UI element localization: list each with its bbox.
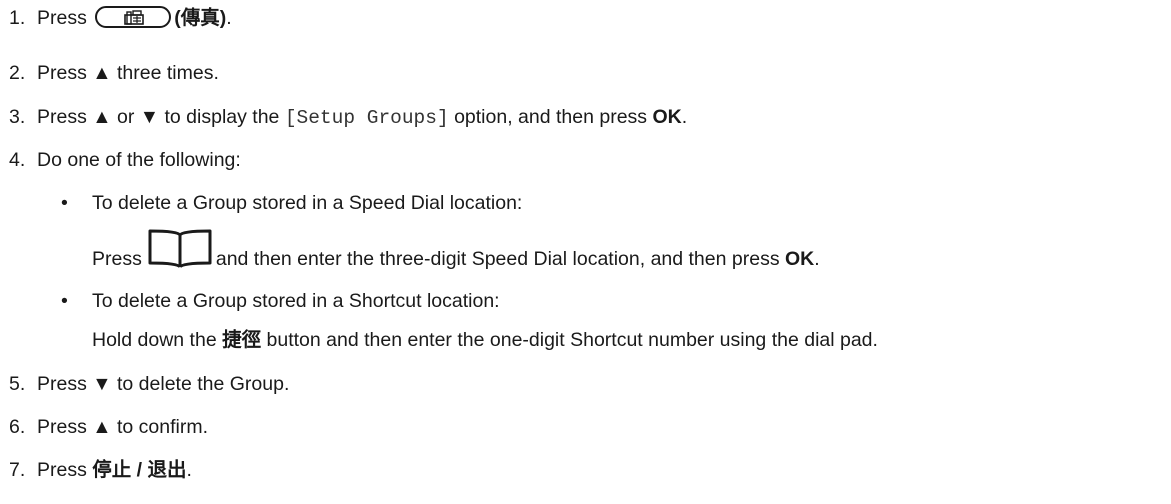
- menu-option-code: [Setup Groups]: [284, 107, 449, 129]
- down-arrow-icon: ▼: [92, 373, 112, 395]
- step-number: 5.: [9, 373, 26, 395]
- instructions: 1. Press (傳真). 2. Press ▲ three times. 3…: [9, 5, 878, 481]
- step-number: 2.: [9, 62, 26, 84]
- step-number: 1.: [9, 7, 26, 29]
- ok-key-label: OK: [785, 248, 815, 271]
- step-number: 4.: [9, 149, 26, 171]
- address-book-icon: [148, 229, 212, 275]
- up-arrow-icon: ▲: [92, 416, 112, 438]
- down-arrow-icon: ▼: [139, 106, 160, 128]
- shortcut-key-label: 捷徑: [222, 329, 262, 351]
- fax-key-label: (傳真): [174, 7, 227, 29]
- step-number: 3.: [9, 106, 26, 128]
- option-heading: To delete a Group stored in a Speed Dial…: [92, 192, 523, 214]
- step-text: Press: [37, 7, 87, 29]
- up-arrow-icon: ▲: [92, 106, 112, 128]
- fax-key-icon: [95, 5, 172, 28]
- ok-key-label: OK: [652, 106, 682, 128]
- option-heading: To delete a Group stored in a Shortcut l…: [92, 290, 500, 312]
- bullet: •: [61, 290, 68, 312]
- bullet: •: [61, 192, 68, 214]
- step-number: 7.: [9, 459, 26, 481]
- stop-exit-key-label: 停止 / 退出: [92, 459, 187, 481]
- up-arrow-icon: ▲: [92, 62, 112, 84]
- step-number: 6.: [9, 416, 26, 438]
- step-text: Do one of the following:: [37, 149, 241, 171]
